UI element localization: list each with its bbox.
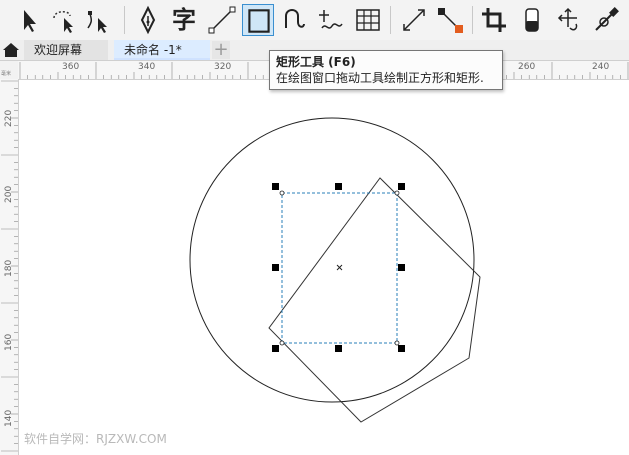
pen-nib-icon — [132, 4, 164, 36]
freehand-pick-tool-button[interactable] — [48, 4, 80, 36]
crop-icon — [478, 4, 510, 36]
home-icon[interactable] — [0, 40, 22, 60]
dimension-icon — [398, 4, 430, 36]
pen-tool-button[interactable] — [132, 4, 164, 36]
lasso-pointer-icon — [48, 4, 80, 36]
toolbar-separator — [124, 6, 125, 34]
eraser-icon — [516, 4, 548, 36]
ruler-label: 320 — [214, 62, 232, 72]
transform-tool-button[interactable] — [552, 4, 584, 36]
selection-handle — [335, 183, 342, 190]
text-tool-button[interactable]: 字 — [168, 4, 200, 36]
drawing-canvas[interactable] — [19, 80, 629, 455]
toolbar-separator — [472, 6, 473, 34]
tooltip-title: 矩形工具 (F6) — [276, 55, 356, 69]
ruler-label: 180 — [4, 259, 14, 277]
ruler-unit-label: 毫米 — [1, 71, 12, 77]
line-tool-button[interactable] — [206, 4, 238, 36]
tab-label: 未命名 -1* — [124, 43, 182, 57]
tooltip-description: 在绘图窗口拖动工具绘制正方形和矩形. — [276, 71, 484, 85]
vertical-ruler[interactable]: 220 200 180 160 140 — [0, 79, 19, 455]
node-shape-icon — [84, 4, 116, 36]
eyedropper-icon — [590, 4, 622, 36]
selection-handle — [398, 345, 405, 352]
spiral-icon — [278, 4, 310, 36]
text-char-icon: 字 — [172, 6, 196, 34]
move-arrows-icon — [552, 4, 584, 36]
arrow-pointer-icon — [14, 4, 46, 36]
ruler-label: 140 — [4, 409, 14, 427]
add-tab-button[interactable]: + — [212, 41, 230, 59]
ruler-label: 240 — [592, 62, 610, 72]
table-tool-button[interactable] — [352, 4, 384, 36]
circle-shape[interactable] — [189, 117, 475, 403]
eraser-tool-button[interactable] — [516, 4, 548, 36]
center-x-marker — [336, 264, 343, 271]
shape-tool-button[interactable] — [84, 4, 116, 36]
connector-icon — [434, 4, 466, 36]
pick-tool-button[interactable] — [14, 4, 46, 36]
selection-handle — [398, 264, 405, 271]
tool-tooltip: 矩形工具 (F6) 在绘图窗口拖动工具绘制正方形和矩形. — [269, 50, 503, 90]
selection-handle — [272, 345, 279, 352]
toolbar-separator — [390, 6, 391, 34]
ruler-label: 160 — [4, 333, 14, 351]
artistic-media-tool-button[interactable] — [314, 4, 346, 36]
ruler-label: 340 — [138, 62, 156, 72]
artistic-media-icon — [314, 4, 346, 36]
tab-welcome-screen[interactable]: 欢迎屏幕 — [24, 40, 108, 60]
rectangle-tool-button[interactable] — [242, 4, 274, 36]
tab-label: 欢迎屏幕 — [34, 43, 83, 57]
ruler-label: 260 — [518, 62, 536, 72]
toolbox: 字 — [0, 0, 629, 41]
dimension-tool-button[interactable] — [398, 4, 430, 36]
eyedropper-tool-button[interactable] — [590, 4, 622, 36]
ruler-label: 200 — [4, 185, 14, 203]
selection-handle — [398, 183, 405, 190]
selection-handle — [272, 264, 279, 271]
selection-handles[interactable] — [272, 183, 405, 352]
ruler-corner[interactable]: 毫米 — [0, 61, 19, 80]
crop-tool-button[interactable] — [478, 4, 510, 36]
ruler-label: 220 — [4, 109, 14, 127]
table-icon — [352, 4, 384, 36]
selection-handle — [335, 345, 342, 352]
rectangle-icon — [243, 5, 273, 37]
tab-document[interactable]: 未命名 -1* — [114, 40, 210, 60]
watermark-text: 软件自学网：RJZXW.COM — [24, 432, 167, 446]
connector-tool-button[interactable] — [434, 4, 466, 36]
spiral-tool-button[interactable] — [278, 4, 310, 36]
rotated-rectangle-shape[interactable] — [268, 177, 481, 423]
selection-handle — [272, 183, 279, 190]
line-icon — [206, 4, 238, 36]
ruler-label: 360 — [62, 62, 80, 72]
